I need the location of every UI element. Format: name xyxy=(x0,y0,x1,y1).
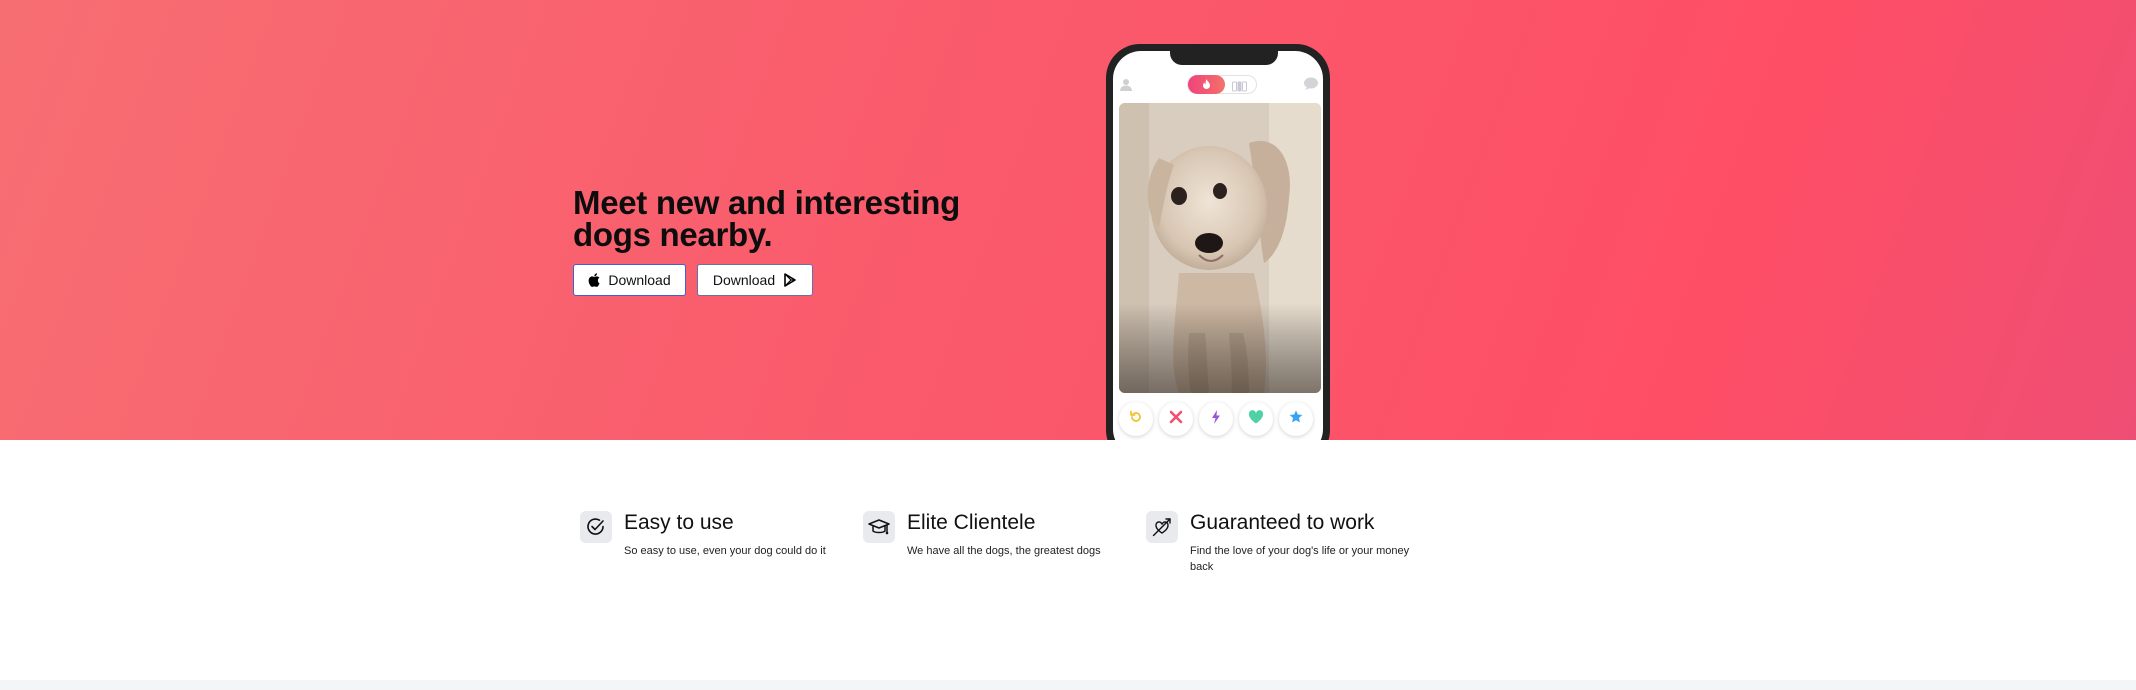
dog-profile-card[interactable] xyxy=(1119,103,1321,393)
feature-title: Guaranteed to work xyxy=(1190,511,1375,534)
heart-arrow-icon xyxy=(1146,511,1178,543)
phone-screen xyxy=(1113,51,1323,440)
profile-icon[interactable] xyxy=(1120,78,1132,96)
flame-icon[interactable] xyxy=(1188,75,1225,94)
explore-icon[interactable] xyxy=(1232,79,1247,97)
mode-toggle[interactable] xyxy=(1187,75,1257,94)
boost-button[interactable] xyxy=(1199,402,1233,436)
heart-icon xyxy=(1248,409,1264,429)
close-icon xyxy=(1169,410,1183,429)
footer-strip xyxy=(0,680,2136,690)
feature-title: Elite Clientele xyxy=(907,511,1036,534)
graduation-cap-icon xyxy=(863,511,895,543)
phone-notch xyxy=(1170,51,1278,65)
swipe-actions xyxy=(1113,402,1323,438)
rewind-button[interactable] xyxy=(1119,402,1153,436)
google-play-download-label: Download xyxy=(712,272,776,288)
google-play-download-button[interactable]: Download xyxy=(697,264,813,296)
super-like-button[interactable] xyxy=(1279,402,1313,436)
hero-section: Meet new and interesting dogs nearby. Do… xyxy=(0,0,2136,440)
bolt-icon xyxy=(1211,409,1221,429)
feature-description: Find the love of your dog's life or your… xyxy=(1190,545,1410,573)
google-play-icon xyxy=(783,273,797,287)
apple-icon xyxy=(588,273,600,287)
star-icon xyxy=(1289,410,1303,429)
rewind-icon xyxy=(1129,410,1143,429)
check-circle-icon xyxy=(580,511,612,543)
like-button[interactable] xyxy=(1239,402,1273,436)
apple-download-label: Download xyxy=(608,272,671,288)
phone-mockup xyxy=(1106,44,1330,440)
nope-button[interactable] xyxy=(1159,402,1193,436)
chat-icon[interactable] xyxy=(1304,77,1319,95)
feature-description: So easy to use, even your dog could do i… xyxy=(624,545,826,557)
dog-photo xyxy=(1119,103,1321,393)
feature-description: We have all the dogs, the greatest dogs xyxy=(907,545,1101,557)
hero-headline: Meet new and interesting dogs nearby. xyxy=(573,184,961,253)
feature-title: Easy to use xyxy=(624,511,734,534)
apple-download-button[interactable]: Download xyxy=(573,264,686,296)
